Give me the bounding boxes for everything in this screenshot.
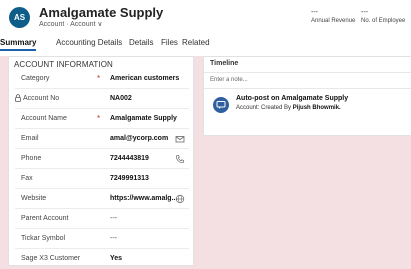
page-title: Amalgamate Supply: [39, 5, 164, 20]
field-label: Category: [21, 75, 50, 82]
tickar-symbol-value[interactable]: ---: [110, 235, 117, 242]
field-sage-x3-customer: Sage X3 Customer Yes: [15, 249, 189, 269]
record-header: AS Amalgamate Supply Account · Account ∨…: [0, 0, 411, 56]
divider: [204, 88, 411, 89]
email-icon[interactable]: [175, 134, 185, 144]
employees-value: ---: [361, 9, 368, 16]
field-phone: Phone 7244443819: [15, 149, 189, 169]
parent-account-value[interactable]: ---: [110, 215, 117, 222]
entity-type-selector[interactable]: Account · Account ∨: [39, 20, 103, 28]
field-category: Category * American customers: [15, 69, 189, 89]
email-value[interactable]: amal@ycorp.com: [110, 135, 168, 142]
field-label: Sage X3 Customer: [21, 255, 81, 262]
fax-value[interactable]: 7249991313: [110, 175, 149, 182]
globe-icon[interactable]: [175, 194, 185, 204]
field-parent-account: Parent Account ---: [15, 209, 189, 229]
field-label: Account Name: [21, 115, 67, 122]
field-label: Fax: [21, 175, 33, 182]
post-title[interactable]: Auto-post on Amalgamate Supply: [236, 95, 348, 102]
divider: [204, 72, 411, 73]
phone-value[interactable]: 7244443819: [110, 155, 149, 162]
account-information-card: ACCOUNT INFORMATION Category * American …: [8, 56, 194, 266]
field-fax: Fax 7249991313: [15, 169, 189, 189]
post-prefix: Account: Created By: [236, 105, 293, 111]
annual-revenue-field: --- Annual Revenue: [311, 9, 355, 24]
account-name-value[interactable]: Amalgamate Supply: [110, 115, 177, 122]
required-indicator: *: [97, 74, 101, 83]
sage-x3-customer-value[interactable]: Yes: [110, 255, 122, 262]
avatar: AS: [9, 7, 30, 28]
tab-summary[interactable]: Summary: [0, 37, 37, 51]
tab-files[interactable]: Files: [161, 37, 178, 49]
field-label: Website: [21, 195, 47, 202]
employees-field: --- No. of Employee: [361, 9, 405, 24]
category-value[interactable]: American customers: [110, 75, 179, 82]
field-tickar-symbol: Tickar Symbol ---: [15, 229, 189, 249]
timeline-title: Timeline: [210, 60, 239, 67]
section-title: ACCOUNT INFORMATION: [14, 60, 113, 69]
tab-accounting-details[interactable]: Accounting Details: [56, 37, 122, 49]
annual-revenue-value: ---: [311, 9, 318, 16]
field-label: Email: [21, 135, 39, 142]
field-account-no: Account No NA002: [15, 89, 189, 109]
field-account-name: Account Name * Amalgamate Supply: [15, 109, 189, 129]
field-label: Parent Account: [21, 215, 69, 222]
post-subtitle: Account: Created By Pijush Bhowmik.: [236, 105, 341, 111]
auto-post-icon: [213, 97, 229, 113]
website-value[interactable]: https://www.amalg...: [110, 195, 177, 202]
account-no-value: NA002: [110, 95, 132, 102]
post-author[interactable]: Pijush Bhowmik.: [293, 105, 341, 111]
field-label: Account No: [23, 95, 60, 102]
tab-related[interactable]: Related: [182, 37, 210, 49]
field-website: Website https://www.amalg...: [15, 189, 189, 209]
phone-icon[interactable]: [175, 154, 185, 164]
field-email: Email amal@ycorp.com: [15, 129, 189, 149]
employees-label: No. of Employee: [361, 18, 406, 24]
note-input[interactable]: Enter a note...: [210, 77, 248, 83]
lock-icon: [15, 94, 21, 102]
required-indicator: *: [97, 114, 101, 123]
tab-details[interactable]: Details: [129, 37, 153, 49]
timeline-card: Timeline Enter a note... Auto-post on Am…: [203, 56, 411, 136]
field-label: Phone: [21, 155, 42, 162]
annual-revenue-label: Annual Revenue: [311, 18, 356, 24]
field-label: Tickar Symbol: [21, 235, 66, 242]
